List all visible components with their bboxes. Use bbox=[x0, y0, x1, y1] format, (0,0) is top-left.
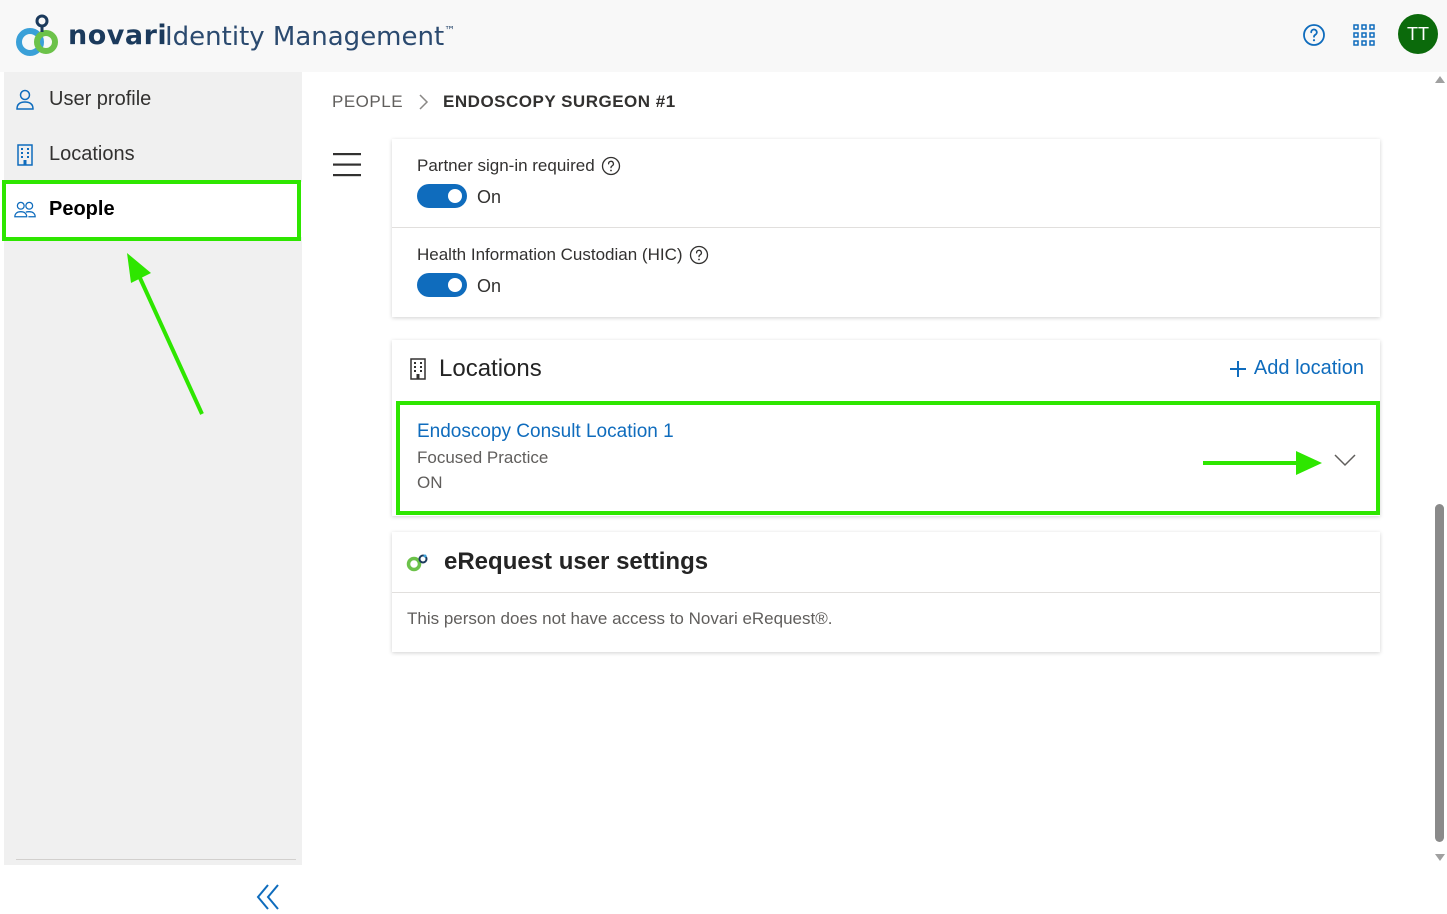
setting-label-text: Health Information Custodian (HIC) bbox=[417, 245, 683, 264]
novari-logo-icon[interactable] bbox=[16, 12, 62, 56]
scroll-down-arrow-icon[interactable] bbox=[1435, 854, 1445, 861]
add-location-button[interactable]: Add location bbox=[1229, 357, 1364, 380]
person-icon bbox=[14, 89, 36, 111]
plus-icon bbox=[1229, 360, 1246, 377]
settings-card: Partner sign-in required On Health Infor… bbox=[392, 139, 1380, 317]
add-location-label: Add location bbox=[1253, 357, 1364, 379]
location-list-item[interactable]: Endoscopy Consult Location 1 Focused Pra… bbox=[392, 402, 1380, 514]
trademark: ™ bbox=[444, 24, 456, 37]
building-icon bbox=[410, 358, 426, 380]
hamburger-menu-icon[interactable] bbox=[333, 152, 361, 178]
erequest-message: This person does not have access to Nova… bbox=[407, 609, 833, 628]
app-header: novari Identity Management™ TT bbox=[0, 0, 1447, 72]
brand-name: novari bbox=[68, 20, 168, 51]
app-launcher-icon[interactable] bbox=[1353, 24, 1375, 46]
building-icon bbox=[14, 143, 36, 166]
toggle-state-label: On bbox=[477, 187, 502, 207]
hic-toggle[interactable] bbox=[417, 273, 467, 297]
location-name-link[interactable]: Endoscopy Consult Location 1 bbox=[417, 421, 674, 443]
help-icon[interactable] bbox=[1302, 23, 1326, 47]
sidebar-item-label: People bbox=[49, 198, 115, 220]
setting-label: Partner sign-in required bbox=[417, 156, 621, 176]
locations-card: Locations Add location Endoscopy Consult… bbox=[392, 340, 1380, 516]
breadcrumb: PEOPLE ENDOSCOPY SURGEON #1 bbox=[332, 92, 676, 112]
sidebar-item-label: Locations bbox=[49, 143, 135, 165]
app-title-text: Identity Management bbox=[165, 22, 445, 52]
sidebar: User profile Locations People bbox=[4, 72, 302, 910]
erequest-card: eRequest user settings This person does … bbox=[392, 532, 1380, 652]
location-state: ON bbox=[417, 473, 443, 492]
scroll-up-arrow-icon[interactable] bbox=[1435, 76, 1445, 83]
sidebar-item-locations[interactable]: Locations bbox=[4, 127, 302, 182]
toggle-state-label: On bbox=[477, 276, 502, 296]
sidebar-divider bbox=[16, 859, 296, 860]
partner-sign-in-toggle[interactable] bbox=[417, 184, 467, 208]
user-avatar[interactable]: TT bbox=[1398, 14, 1438, 54]
setting-label-text: Partner sign-in required bbox=[417, 156, 595, 175]
location-type: Focused Practice bbox=[417, 448, 549, 467]
question-circle-icon[interactable] bbox=[601, 156, 621, 176]
setting-label: Health Information Custodian (HIC) bbox=[417, 245, 709, 265]
people-icon bbox=[14, 199, 36, 221]
erequest-section-title: eRequest user settings bbox=[444, 548, 709, 575]
scrollbar-thumb[interactable] bbox=[1435, 504, 1444, 842]
breadcrumb-current: ENDOSCOPY SURGEON #1 bbox=[443, 92, 676, 111]
chevron-down-icon[interactable] bbox=[1334, 453, 1356, 467]
setting-row-partner-sign-in: Partner sign-in required On bbox=[392, 139, 1380, 228]
double-chevron-left-icon[interactable] bbox=[254, 880, 284, 914]
erequest-header: eRequest user settings bbox=[392, 532, 1380, 593]
setting-row-hic: Health Information Custodian (HIC) On bbox=[392, 228, 1380, 317]
vertical-scrollbar[interactable] bbox=[1432, 72, 1447, 865]
sidebar-item-label: User profile bbox=[49, 88, 152, 110]
sidebar-item-user-profile[interactable]: User profile bbox=[4, 72, 302, 127]
app-title: Identity Management™ bbox=[165, 22, 455, 52]
erequest-logo-icon bbox=[406, 554, 428, 572]
chevron-right-icon bbox=[419, 94, 429, 110]
breadcrumb-root[interactable]: PEOPLE bbox=[332, 92, 403, 112]
sidebar-item-people[interactable]: People bbox=[4, 182, 302, 237]
locations-section-title: Locations bbox=[439, 355, 542, 382]
question-circle-icon[interactable] bbox=[689, 245, 709, 265]
